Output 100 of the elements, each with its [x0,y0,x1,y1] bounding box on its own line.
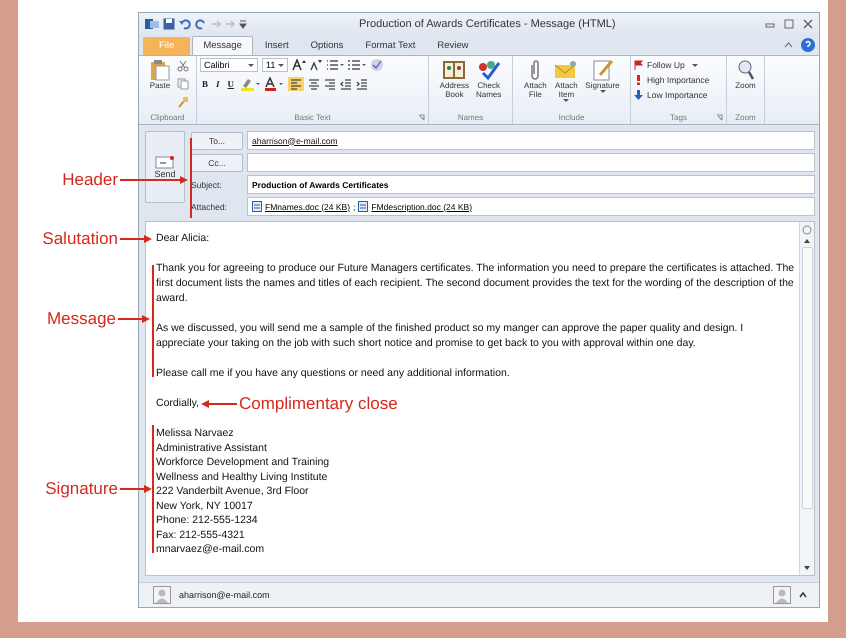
message-paragraph: Please call me if you have any questions or need any additional information. [156,366,511,381]
zoom-button[interactable]: Zoom [732,58,760,92]
ribbon-button[interactable]: Address Book [438,58,471,100]
callout-label: Complimentary close [238,396,398,411]
format-painter-icon[interactable] [177,96,189,108]
ribbon-button[interactable]: High Importance [634,75,710,85]
copy-icon[interactable] [177,78,189,90]
ribbon-button[interactable]: Check Names [474,58,504,100]
message-paragraph: As we discussed, you will send me a sample of the finished product so my manger can approve the paper quality and design. I appreciate your taking on the job with such short notice and promise to get back to you with approval within one day. [156,321,744,351]
signature-line: Wellness and Healthy Living Institute [156,470,328,484]
input-field[interactable]: aharrison@e-mail.com [247,131,815,150]
format-button[interactable]: I [214,79,222,89]
envelope-icon [554,59,578,81]
separator-text: ; [353,202,356,212]
font-size-dropdown[interactable]: 11 [262,58,288,72]
customize-icon[interactable] [239,18,247,28]
scroll-up-icon[interactable] [802,237,812,245]
shrink-font-icon[interactable] [310,59,322,71]
ribbon-tab[interactable]: Review [427,37,479,55]
grow-font-icon[interactable] [292,59,306,71]
arrow [120,484,152,494]
decrease-indent-icon[interactable] [340,78,352,90]
callout-label: Salutation [42,229,118,249]
cut-icon[interactable] [177,60,189,72]
send-button[interactable]: Send [145,131,185,203]
paste-button[interactable]: Paste [146,58,174,92]
bullets-icon[interactable] [326,59,344,71]
format-button[interactable]: B [200,79,210,89]
align-right-icon[interactable] [324,78,336,90]
ribbon-tab[interactable]: Options [300,37,354,55]
attachment-link[interactable]: FMdescription.doc (24 KB) [371,202,472,212]
scroll-down-icon[interactable] [802,564,812,572]
help-icon[interactable] [801,38,815,52]
window-title: Production of Awards Certificates - Message (HTML) [358,18,617,30]
signature-line: New York, NY 10017 [156,498,253,513]
align-center-icon[interactable] [308,78,320,90]
format-button[interactable]: U [226,79,236,89]
field-label: Attached: [191,202,228,212]
group-label: Tags [669,113,688,124]
spelling-icon[interactable] [370,58,384,72]
group-label: Names [456,113,484,124]
salutation-text: Dear Alicia: [156,231,210,246]
check-mark-icon [476,59,501,81]
redo-icon[interactable] [195,18,207,30]
signature-line: Workforce Development and Training [156,455,330,470]
avatar-icon [153,586,171,604]
save-icon[interactable] [163,18,175,30]
group-label: Zoom [734,113,757,124]
input-field[interactable] [247,153,815,172]
callout-label: Message [47,309,116,329]
message-paragraph: Thank you for agreeing to produce our Future Managers certificates. The information you need to prepare the certificates is attached. The first document lists the names and titles of each recipient. The second document provides the text for the wording of the description of the award. [156,261,795,306]
arrow [120,234,152,244]
ribbon-button[interactable]: Follow Up [634,60,698,70]
increase-indent-icon[interactable] [356,78,368,90]
attachment-link[interactable]: FMnames.doc (24 KB) [265,202,350,212]
close-icon[interactable] [803,18,813,28]
font-color-icon[interactable] [264,77,284,91]
address-button[interactable]: To... [191,132,243,150]
font-name-dropdown[interactable]: Calibri [200,58,258,72]
maximize-icon[interactable] [784,18,794,28]
signature-line: 222 Vanderbilt Avenue, 3rd Floor [156,484,309,498]
expand-icon[interactable] [799,592,807,598]
field-label: Subject: [191,180,223,190]
dialog-launcher-icon[interactable] [716,114,723,121]
envelope-icon [155,155,175,169]
signature-line: Fax: 212-555-4321 [156,528,245,542]
ribbon-tab[interactable]: Message [192,36,253,55]
dialog-launcher-icon[interactable] [418,114,425,121]
collapse-ribbon-icon[interactable] [784,41,793,48]
flag-icon [634,60,643,70]
ribbon-tab[interactable]: Format Text [355,37,426,55]
arrow [118,314,150,324]
input-field[interactable]: Production of Awards Certificates [247,175,815,194]
signature-line: Phone: 212-555-1234 [156,513,258,528]
align-left-icon[interactable] [288,77,304,91]
numbering-icon[interactable] [348,59,366,71]
exclamation-icon [634,75,643,85]
group-label: Basic Text [293,113,332,124]
ribbon-button[interactable]: Low Importance [634,90,708,100]
magnifier-icon [736,59,754,81]
ribbon-tab[interactable]: Insert [254,37,299,55]
vertical-scrollbar[interactable] [799,222,814,575]
callout-label: Signature [45,479,118,499]
group-label: Include [558,113,586,124]
avatar-icon [773,586,791,604]
document-icon [358,201,368,212]
clipboard-icon [150,59,170,81]
undo-icon[interactable] [179,18,191,30]
ribbon-button[interactable]: Attach Item [552,58,580,104]
closing-text: Cordially, [156,396,199,411]
arrow [200,398,237,408]
contact-name[interactable]: aharrison@e-mail.com [179,590,270,600]
ribbon-button[interactable]: Signature [583,58,622,94]
document-icon [252,201,262,212]
address-button[interactable]: Cc... [191,154,243,172]
address-book-icon [442,59,466,81]
scroll-thumb[interactable] [802,247,812,509]
ribbon-button[interactable]: Attach File [521,58,550,100]
signature-line: Melissa Narvaez [156,426,234,440]
pen-document-icon [592,59,614,81]
